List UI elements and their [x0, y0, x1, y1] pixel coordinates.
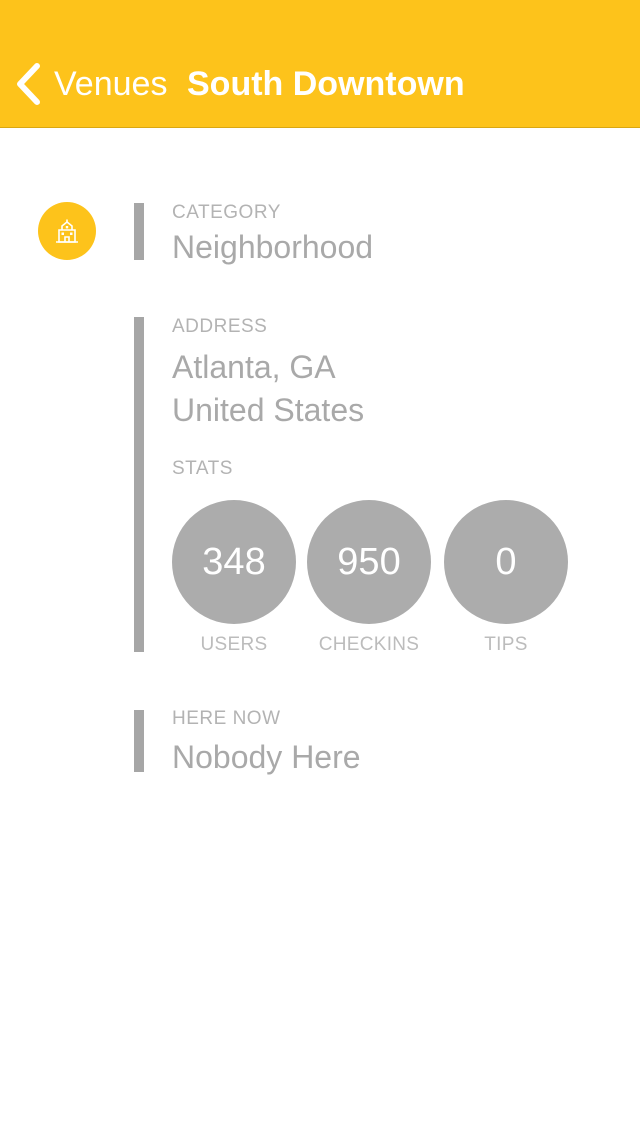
back-button-label: Venues — [54, 65, 168, 103]
stat-users-value: 348 — [172, 500, 296, 624]
category-badge — [38, 202, 96, 260]
category-label: CATEGORY — [172, 202, 281, 223]
navigation-bar: Venues South Downtown — [0, 0, 640, 128]
stat-tips-label: TIPS — [484, 634, 528, 655]
neighborhood-building-icon — [56, 219, 78, 243]
address-section-bar — [134, 317, 144, 652]
chevron-left-icon — [17, 63, 40, 105]
address-label: ADDRESS — [172, 316, 268, 337]
stat-checkins-value: 950 — [307, 500, 431, 624]
page-title: South Downtown — [187, 65, 465, 103]
here-now-section-bar — [134, 710, 144, 772]
back-button[interactable]: Venues — [14, 60, 167, 108]
stat-checkins: 950 CHECKINS — [307, 500, 431, 655]
category-section-bar — [134, 203, 144, 260]
address-line-2: United States — [172, 392, 365, 428]
stat-users: 348 USERS — [172, 500, 296, 655]
stats-label: STATS — [172, 458, 233, 479]
category-value: Neighborhood — [172, 229, 374, 265]
stat-tips-value: 0 — [444, 500, 568, 624]
here-now-label: HERE NOW — [172, 708, 281, 729]
here-now-value: Nobody Here — [172, 739, 361, 775]
stat-tips: 0 TIPS — [444, 500, 568, 655]
address-line-1: Atlanta, GA — [172, 349, 336, 385]
